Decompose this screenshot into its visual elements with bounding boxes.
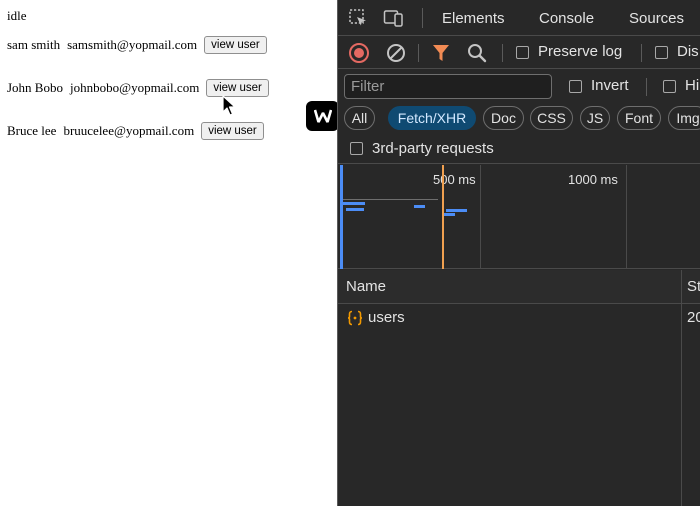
- divider: [418, 44, 419, 62]
- third-party-row: 3rd-party requests: [338, 136, 700, 164]
- view-user-button[interactable]: view user: [201, 122, 264, 140]
- timeline-bar: [414, 205, 425, 208]
- user-name: Bruce lee: [7, 123, 57, 138]
- fetch-request-icon: [346, 309, 364, 327]
- user-email: johnbobo@yopmail.com: [69, 80, 200, 95]
- timeline-overview[interactable]: 500 ms 1000 ms: [338, 165, 700, 269]
- web-page: idle sam smith samsmith@yopmail.com view…: [0, 0, 337, 506]
- disable-cache-checkbox[interactable]: [655, 46, 668, 59]
- filter-bar: Invert Hi: [338, 70, 700, 103]
- divider: [646, 78, 647, 96]
- devtools-tab-bar: Elements Console Sources: [338, 0, 700, 36]
- divider: [422, 8, 423, 28]
- filter-funnel-icon[interactable]: [431, 43, 451, 63]
- user-name: John Bobo: [7, 80, 63, 95]
- divider: [502, 44, 503, 62]
- timeline-bar: [443, 213, 455, 216]
- type-filter-css[interactable]: CSS: [530, 106, 573, 130]
- preserve-log-checkbox[interactable]: [516, 46, 529, 59]
- type-filter-js[interactable]: JS: [580, 106, 610, 130]
- disable-cache-label: Dis: [677, 43, 699, 60]
- record-stop-icon[interactable]: [348, 42, 370, 64]
- third-party-label: 3rd-party requests: [372, 140, 494, 157]
- timeline-bar: [343, 202, 365, 205]
- column-header-status[interactable]: St: [687, 278, 700, 295]
- hide-data-urls-label: Hi: [685, 77, 700, 94]
- type-filter-img[interactable]: Img: [668, 106, 700, 130]
- grid-line: [480, 165, 481, 269]
- w-logo-icon: [313, 109, 332, 123]
- user-name: sam smith: [7, 37, 61, 52]
- type-filter-doc[interactable]: Doc: [483, 106, 524, 130]
- preserve-log-label: Preserve log: [538, 43, 623, 60]
- mouse-cursor-icon: [222, 95, 236, 116]
- user-row: sam smith samsmith@yopmail.com view user: [7, 35, 267, 55]
- timeline-load-marker: [442, 165, 444, 269]
- divider: [641, 44, 642, 62]
- device-toolbar-icon[interactable]: [383, 8, 405, 28]
- type-filter-font[interactable]: Font: [617, 106, 661, 130]
- request-name: users: [368, 309, 405, 326]
- w-logo-badge[interactable]: [306, 101, 339, 131]
- network-toolbar: Preserve log Dis: [338, 37, 700, 69]
- grid-line: [626, 165, 627, 269]
- search-icon[interactable]: [466, 42, 488, 64]
- type-filter-all[interactable]: All: [344, 106, 375, 130]
- timeline-bar-track: [343, 199, 438, 200]
- devtools-panel: Elements Console Sources Preserve log Di…: [337, 0, 700, 506]
- user-email: bruucelee@yopmail.com: [63, 123, 195, 138]
- timeline-tick-label: 1000 ms: [568, 172, 618, 187]
- tab-console[interactable]: Console: [539, 0, 594, 36]
- timeline-tick-label: 500 ms: [433, 172, 476, 187]
- hide-data-urls-checkbox[interactable]: [663, 80, 676, 93]
- invert-label: Invert: [591, 77, 629, 94]
- user-row: Bruce lee bruucelee@yopmail.com view use…: [7, 121, 264, 141]
- timeline-selection-handle[interactable]: [340, 165, 343, 269]
- clear-icon[interactable]: [385, 42, 407, 64]
- column-header-name[interactable]: Name: [346, 278, 386, 295]
- resource-type-filters: All Fetch/XHR Doc CSS JS Font Img: [338, 106, 700, 132]
- table-header: Name St: [338, 270, 700, 304]
- requests-table: Name St users 20: [338, 270, 700, 506]
- request-status: 20: [687, 309, 700, 326]
- status-text: idle: [7, 8, 27, 23]
- table-row[interactable]: users 20: [338, 306, 700, 330]
- type-filter-fetch-xhr[interactable]: Fetch/XHR: [388, 106, 476, 130]
- view-user-button[interactable]: view user: [206, 79, 269, 97]
- timeline-bar: [346, 208, 364, 211]
- third-party-checkbox[interactable]: [350, 142, 363, 155]
- tab-sources[interactable]: Sources: [629, 0, 684, 36]
- inspect-element-icon[interactable]: [348, 8, 368, 28]
- filter-input[interactable]: [344, 74, 552, 99]
- user-email: samsmith@yopmail.com: [67, 37, 198, 52]
- invert-checkbox[interactable]: [569, 80, 582, 93]
- timeline-bar: [446, 209, 467, 212]
- tab-elements[interactable]: Elements: [442, 0, 505, 36]
- view-user-button[interactable]: view user: [204, 36, 267, 54]
